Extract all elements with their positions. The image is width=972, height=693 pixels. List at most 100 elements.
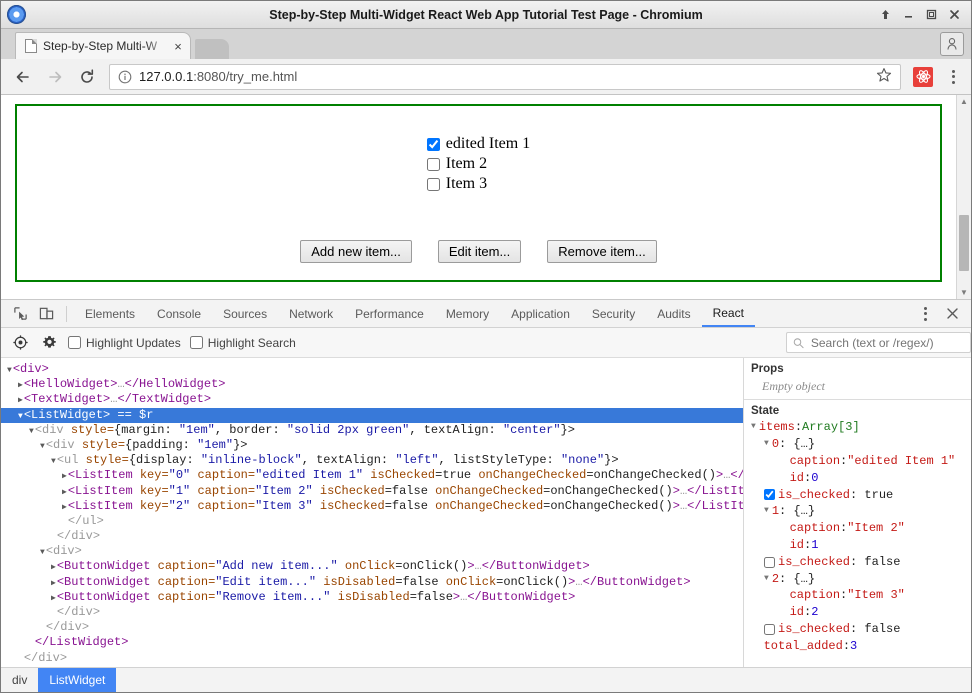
state-row[interactable]: caption: "edited Item 1" — [744, 453, 971, 470]
state-row[interactable]: id: 0 — [744, 470, 971, 487]
tree-node[interactable]: ▼<ul style={display: "inline-block", tex… — [1, 453, 743, 468]
tree-node[interactable]: ▶<ListItem key="1" caption="Item 2" isCh… — [1, 484, 743, 499]
state-row[interactable]: id: 2 — [744, 604, 971, 621]
react-devtools-extension-icon[interactable] — [913, 67, 933, 87]
close-button[interactable] — [944, 5, 965, 25]
tree-node[interactable]: ▶<ListItem key="0" caption="edited Item … — [1, 468, 743, 483]
collapse-triangle-icon[interactable]: ▼ — [764, 571, 769, 588]
back-button[interactable] — [9, 63, 37, 91]
collapse-triangle-icon[interactable]: ▼ — [764, 436, 769, 453]
page-scrollbar[interactable]: ▲ ▼ — [956, 95, 971, 299]
breadcrumb-item-listwidget[interactable]: ListWidget — [38, 668, 116, 692]
collapse-triangle-icon[interactable]: ▼ — [40, 442, 45, 451]
edit-item-button[interactable]: Edit item... — [438, 240, 521, 263]
state-row[interactable]: ▼items: Array[3] — [744, 419, 971, 436]
collapse-triangle-icon[interactable]: ▼ — [29, 427, 34, 436]
address-bar[interactable]: 127.0.0.1:8080/try_me.html — [109, 64, 901, 90]
highlight-search-checkbox[interactable] — [190, 336, 203, 349]
state-is-checked-checkbox[interactable] — [764, 489, 775, 500]
devtools-tab-elements[interactable]: Elements — [74, 300, 146, 327]
tree-node[interactable]: ▶<ButtonWidget caption="Remove item..." … — [1, 590, 743, 605]
browser-tab[interactable]: Step-by-Step Multi-W × — [15, 32, 191, 59]
tree-node[interactable]: ▶<ButtonWidget caption="Edit item..." is… — [1, 575, 743, 590]
expand-triangle-icon[interactable]: ▶ — [51, 579, 56, 588]
tree-node[interactable]: ▶</ListWidget> — [1, 635, 743, 650]
state-row[interactable]: ▼1: {…} — [744, 503, 971, 520]
minimize-button[interactable] — [898, 5, 919, 25]
tree-node[interactable]: ▶<TextWidget>…</TextWidget> — [1, 392, 743, 407]
tab-close-icon[interactable]: × — [170, 39, 186, 54]
item-checkbox-0[interactable] — [427, 138, 440, 151]
devtools-tab-application[interactable]: Application — [500, 300, 581, 327]
state-row[interactable]: is_checked: false — [744, 554, 971, 571]
devtools-tab-audits[interactable]: Audits — [646, 300, 701, 327]
collapse-triangle-icon[interactable]: ▼ — [7, 366, 12, 375]
expand-triangle-icon[interactable]: ▶ — [51, 563, 56, 572]
item-checkbox-2[interactable] — [427, 178, 440, 191]
devtools-tab-security[interactable]: Security — [581, 300, 646, 327]
state-is-checked-checkbox[interactable] — [764, 624, 775, 635]
add-new-item-button[interactable]: Add new item... — [300, 240, 412, 263]
scroll-up-arrow-icon[interactable]: ▲ — [960, 95, 968, 108]
highlight-search-toggle[interactable]: Highlight Search — [190, 336, 296, 350]
state-is-checked-checkbox[interactable] — [764, 557, 775, 568]
forward-button[interactable] — [41, 63, 69, 91]
state-row[interactable]: is_checked: true — [744, 487, 971, 504]
state-row[interactable]: total_added: 3 — [744, 638, 971, 655]
devtools-tab-network[interactable]: Network — [278, 300, 344, 327]
collapse-triangle-icon[interactable]: ▼ — [764, 503, 769, 520]
expand-triangle-icon[interactable]: ▶ — [62, 503, 67, 512]
devtools-tab-console[interactable]: Console — [146, 300, 212, 327]
devtools-tab-performance[interactable]: Performance — [344, 300, 435, 327]
expand-triangle-icon[interactable]: ▶ — [51, 594, 56, 603]
shade-button[interactable] — [875, 5, 896, 25]
component-tree[interactable]: ▼<div>▶<HelloWidget>…</HelloWidget>▶<Tex… — [1, 358, 744, 667]
tree-node[interactable]: ▶</div> — [1, 651, 743, 666]
devtools-tab-memory[interactable]: Memory — [435, 300, 500, 327]
browser-menu-icon[interactable] — [943, 70, 963, 84]
scrollbar-thumb[interactable] — [959, 215, 969, 271]
tree-node[interactable]: ▶</div> — [1, 529, 743, 544]
highlight-updates-toggle[interactable]: Highlight Updates — [68, 336, 181, 350]
reload-button[interactable] — [73, 63, 101, 91]
expand-triangle-icon[interactable]: ▶ — [62, 488, 67, 497]
state-row[interactable]: id: 1 — [744, 537, 971, 554]
highlight-updates-checkbox[interactable] — [68, 336, 81, 349]
collapse-triangle-icon[interactable]: ▼ — [40, 548, 45, 557]
devtools-tab-react[interactable]: React — [702, 300, 755, 327]
remove-item-button[interactable]: Remove item... — [547, 240, 656, 263]
tree-node[interactable]: ▶</ul> — [1, 514, 743, 529]
state-row[interactable]: caption: "Item 3" — [744, 587, 971, 604]
bookmark-star-icon[interactable] — [876, 67, 892, 86]
devtools-tab-sources[interactable]: Sources — [212, 300, 278, 327]
tree-node[interactable]: ▶<ListItem key="2" caption="Item 3" isCh… — [1, 499, 743, 514]
search-input[interactable] — [809, 335, 964, 351]
inspect-element-icon[interactable] — [7, 302, 33, 326]
devtools-menu-icon[interactable] — [915, 307, 935, 321]
tree-node[interactable]: ▶<ButtonWidget caption="Add new item..."… — [1, 559, 743, 574]
collapse-triangle-icon[interactable]: ▼ — [51, 457, 56, 466]
tree-node[interactable]: ▼<div style={margin: "1em", border: "sol… — [1, 423, 743, 438]
expand-triangle-icon[interactable]: ▶ — [62, 472, 67, 481]
device-toolbar-icon[interactable] — [33, 302, 59, 326]
state-row[interactable]: is_checked: false — [744, 621, 971, 638]
breadcrumb-item-div[interactable]: div — [1, 668, 38, 692]
tree-node[interactable]: ▼<div> — [1, 362, 743, 377]
component-search-box[interactable] — [786, 332, 971, 353]
expand-triangle-icon[interactable]: ▶ — [18, 396, 23, 405]
tree-node[interactable]: ▼<div> — [1, 544, 743, 559]
settings-gear-icon[interactable] — [39, 335, 59, 350]
tree-node[interactable]: ▶</div> — [1, 620, 743, 635]
tree-node-selected[interactable]: ▼<ListWidget> == $r — [1, 408, 743, 423]
expand-triangle-icon[interactable]: ▶ — [18, 381, 23, 390]
tree-node[interactable]: ▶</div> — [1, 605, 743, 620]
item-checkbox-1[interactable] — [427, 158, 440, 171]
tree-node[interactable]: ▶<HelloWidget>…</HelloWidget> — [1, 377, 743, 392]
tree-node[interactable]: ▼<div style={padding: "1em"}> — [1, 438, 743, 453]
devtools-close-icon[interactable] — [939, 302, 965, 326]
state-row[interactable]: caption: "Item 2" — [744, 520, 971, 537]
collapse-triangle-icon[interactable]: ▼ — [751, 419, 756, 436]
profile-avatar-icon[interactable] — [940, 32, 964, 56]
collapse-triangle-icon[interactable]: ▼ — [18, 412, 23, 421]
scroll-down-arrow-icon[interactable]: ▼ — [960, 286, 968, 299]
